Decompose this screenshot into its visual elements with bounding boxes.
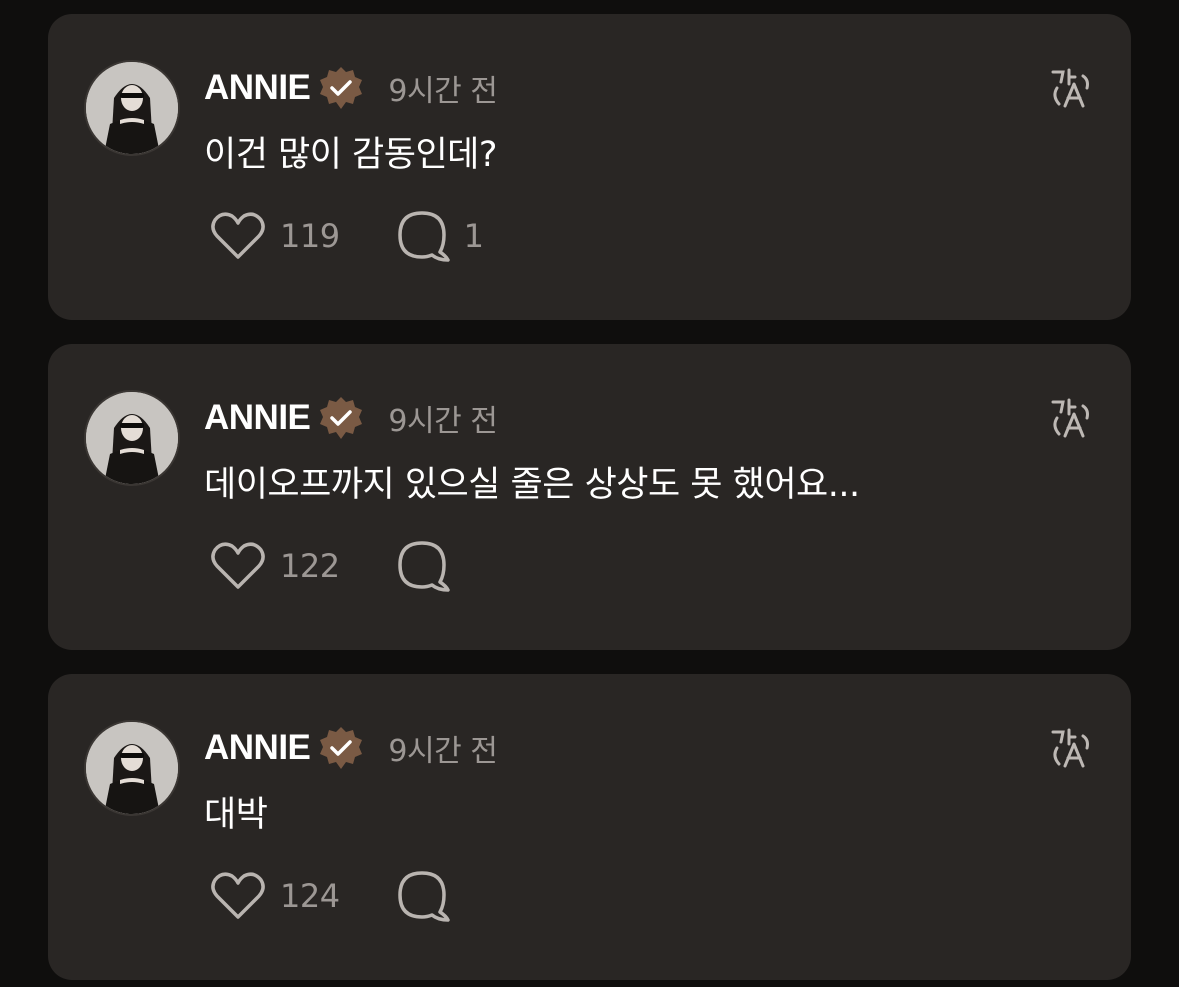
heart-icon	[211, 212, 265, 259]
timestamp: 9시간 전	[388, 74, 498, 109]
avatar-photo-icon	[86, 722, 178, 814]
reply-button[interactable]	[396, 870, 464, 922]
avatar[interactable]	[84, 390, 180, 486]
timestamp: 9시간 전	[388, 734, 498, 769]
comment-text: 데이오프까지 있으실 줄은 상상도 못 했어요...	[204, 465, 860, 505]
verified-badge-icon	[320, 397, 363, 439]
timestamp: 9시간 전	[388, 404, 498, 439]
like-count: 119	[280, 217, 340, 255]
author-name[interactable]: ANNIE	[204, 728, 311, 768]
like-count: 122	[280, 547, 340, 585]
like-count: 124	[280, 877, 340, 915]
like-button[interactable]: 124	[210, 871, 340, 921]
comment-card: ANNIE 9시간 전 이건 많이 감동인데? 119 1	[48, 14, 1131, 320]
comment-actions: 124	[210, 870, 464, 922]
author-name[interactable]: ANNIE	[204, 398, 311, 438]
heart-icon	[211, 872, 265, 919]
comment-actions: 119 1	[210, 210, 484, 262]
comment-header: ANNIE 9시간 전	[204, 724, 498, 772]
heart-icon	[211, 542, 265, 589]
translate-icon[interactable]	[1049, 726, 1093, 770]
like-button[interactable]: 122	[210, 541, 340, 591]
comment-header: ANNIE 9시간 전	[204, 394, 498, 442]
translate-icon[interactable]	[1049, 66, 1093, 110]
translate-icon[interactable]	[1049, 396, 1093, 440]
avatar-photo-icon	[86, 392, 178, 484]
verified-badge-icon	[320, 67, 363, 109]
comment-actions: 122	[210, 540, 464, 592]
reply-button[interactable]: 1	[396, 210, 484, 262]
avatar[interactable]	[84, 60, 180, 156]
speech-bubble-icon	[397, 541, 450, 592]
comment-feed: ANNIE 9시간 전 이건 많이 감동인데? 119 1 ANNIE 9시간 …	[0, 0, 1179, 987]
avatar-photo-icon	[86, 62, 178, 154]
reply-button[interactable]	[396, 540, 464, 592]
verified-badge-icon	[320, 727, 363, 769]
comment-text: 대박	[204, 795, 268, 835]
speech-bubble-icon	[397, 871, 450, 922]
comment-card: ANNIE 9시간 전 데이오프까지 있으실 줄은 상상도 못 했어요... 1…	[48, 344, 1131, 650]
reply-count: 1	[463, 217, 484, 255]
avatar[interactable]	[84, 720, 180, 816]
author-name[interactable]: ANNIE	[204, 68, 311, 108]
comment-header: ANNIE 9시간 전	[204, 64, 498, 112]
speech-bubble-icon	[397, 211, 450, 262]
comment-card: ANNIE 9시간 전 대박 124	[48, 674, 1131, 980]
like-button[interactable]: 119	[210, 211, 340, 261]
comment-text: 이건 많이 감동인데?	[204, 135, 497, 175]
